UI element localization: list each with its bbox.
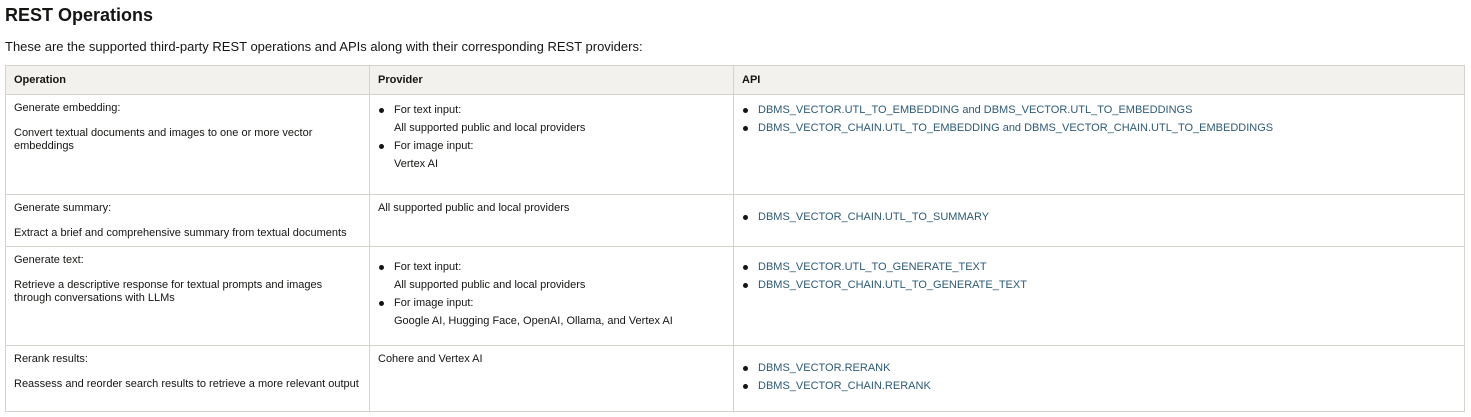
table-row: Generate summary: Extract a brief and co… bbox=[5, 194, 1465, 247]
provider-label: For text input: bbox=[394, 104, 462, 116]
api-link[interactable]: DBMS_VECTOR.UTL_TO_EMBEDDING and DBMS_VE… bbox=[758, 104, 1192, 116]
api-list: DBMS_VECTOR.RERANK DBMS_VECTOR_CHAIN.RER… bbox=[742, 362, 1456, 393]
table-header-row: Operation Provider API bbox=[5, 65, 1465, 95]
api-item: DBMS_VECTOR_CHAIN.UTL_TO_GENERATE_TEXT bbox=[742, 279, 1456, 292]
table-row: Generate embedding: Convert textual docu… bbox=[5, 94, 1465, 195]
operation-title: Rerank results: bbox=[14, 353, 88, 365]
operation-title: Generate text: bbox=[14, 254, 84, 266]
provider-list: For text input: All supported public and… bbox=[378, 104, 725, 171]
table-row: Rerank results: Reassess and reorder sea… bbox=[5, 345, 1465, 412]
intro-text: These are the supported third-party REST… bbox=[5, 39, 643, 54]
api-link[interactable]: DBMS_VECTOR_CHAIN.UTL_TO_GENERATE_TEXT bbox=[758, 279, 1027, 291]
api-link[interactable]: DBMS_VECTOR_CHAIN.UTL_TO_SUMMARY bbox=[758, 211, 989, 223]
provider-item: For text input: All supported public and… bbox=[378, 261, 725, 292]
operation-description: Convert textual documents and images to … bbox=[14, 127, 313, 152]
header-api: API bbox=[733, 65, 1465, 95]
api-cell: DBMS_VECTOR.RERANK DBMS_VECTOR_CHAIN.RER… bbox=[733, 345, 1465, 412]
api-item: DBMS_VECTOR.UTL_TO_GENERATE_TEXT bbox=[742, 261, 1456, 274]
header-operation: Operation bbox=[5, 65, 370, 95]
api-link[interactable]: DBMS_VECTOR.UTL_TO_GENERATE_TEXT bbox=[758, 261, 987, 273]
provider-value: All supported public and local providers bbox=[394, 279, 586, 291]
operation-description: Extract a brief and comprehensive summar… bbox=[14, 227, 347, 239]
provider-label: For text input: bbox=[394, 261, 462, 273]
provider-text: Cohere and Vertex AI bbox=[378, 353, 483, 365]
provider-cell: All supported public and local providers bbox=[369, 194, 734, 247]
operation-description: Retrieve a descriptive response for text… bbox=[14, 279, 323, 304]
provider-cell: For text input: All supported public and… bbox=[369, 94, 734, 195]
api-cell: DBMS_VECTOR.UTL_TO_GENERATE_TEXT DBMS_VE… bbox=[733, 246, 1465, 346]
api-item: DBMS_VECTOR_CHAIN.UTL_TO_EMBEDDING and D… bbox=[742, 122, 1456, 135]
api-list: DBMS_VECTOR.UTL_TO_GENERATE_TEXT DBMS_VE… bbox=[742, 261, 1456, 292]
provider-item: For image input: Google AI, Hugging Face… bbox=[378, 297, 725, 328]
table-row: Generate text: Retrieve a descriptive re… bbox=[5, 246, 1465, 346]
api-list: DBMS_VECTOR.UTL_TO_EMBEDDING and DBMS_VE… bbox=[742, 104, 1456, 135]
operation-cell: Generate summary: Extract a brief and co… bbox=[5, 194, 370, 247]
page-title: REST Operations bbox=[5, 5, 154, 25]
api-item: DBMS_VECTOR.UTL_TO_EMBEDDING and DBMS_VE… bbox=[742, 104, 1456, 117]
provider-cell: For text input: All supported public and… bbox=[369, 246, 734, 346]
api-link[interactable]: DBMS_VECTOR.RERANK bbox=[758, 362, 890, 374]
operation-title: Generate embedding: bbox=[14, 102, 121, 114]
operation-cell: Generate embedding: Convert textual docu… bbox=[5, 94, 370, 195]
operation-cell: Generate text: Retrieve a descriptive re… bbox=[5, 246, 370, 346]
operation-title: Generate summary: bbox=[14, 202, 112, 214]
api-list: DBMS_VECTOR_CHAIN.UTL_TO_SUMMARY bbox=[742, 211, 1456, 224]
api-item: DBMS_VECTOR.RERANK bbox=[742, 362, 1456, 375]
provider-text: All supported public and local providers bbox=[378, 202, 570, 214]
provider-label: For image input: bbox=[394, 140, 474, 152]
provider-value: All supported public and local providers bbox=[394, 122, 586, 134]
api-cell: DBMS_VECTOR.UTL_TO_EMBEDDING and DBMS_VE… bbox=[733, 94, 1465, 195]
header-provider: Provider bbox=[369, 65, 734, 95]
provider-list: For text input: All supported public and… bbox=[378, 261, 725, 328]
provider-item: For text input: All supported public and… bbox=[378, 104, 725, 135]
provider-cell: Cohere and Vertex AI bbox=[369, 345, 734, 412]
rest-operations-table: Operation Provider API Generate embeddin… bbox=[5, 65, 1465, 412]
operation-cell: Rerank results: Reassess and reorder sea… bbox=[5, 345, 370, 412]
api-item: DBMS_VECTOR_CHAIN.UTL_TO_SUMMARY bbox=[742, 211, 1456, 224]
provider-item: For image input: Vertex AI bbox=[378, 140, 725, 171]
operation-description: Reassess and reorder search results to r… bbox=[14, 378, 359, 390]
api-link[interactable]: DBMS_VECTOR_CHAIN.RERANK bbox=[758, 380, 931, 392]
api-item: DBMS_VECTOR_CHAIN.RERANK bbox=[742, 380, 1456, 393]
provider-label: For image input: bbox=[394, 297, 474, 309]
provider-value: Google AI, Hugging Face, OpenAI, Ollama,… bbox=[394, 315, 673, 327]
api-link[interactable]: DBMS_VECTOR_CHAIN.UTL_TO_EMBEDDING and D… bbox=[758, 122, 1273, 134]
provider-value: Vertex AI bbox=[394, 158, 439, 170]
api-cell: DBMS_VECTOR_CHAIN.UTL_TO_SUMMARY bbox=[733, 194, 1465, 247]
